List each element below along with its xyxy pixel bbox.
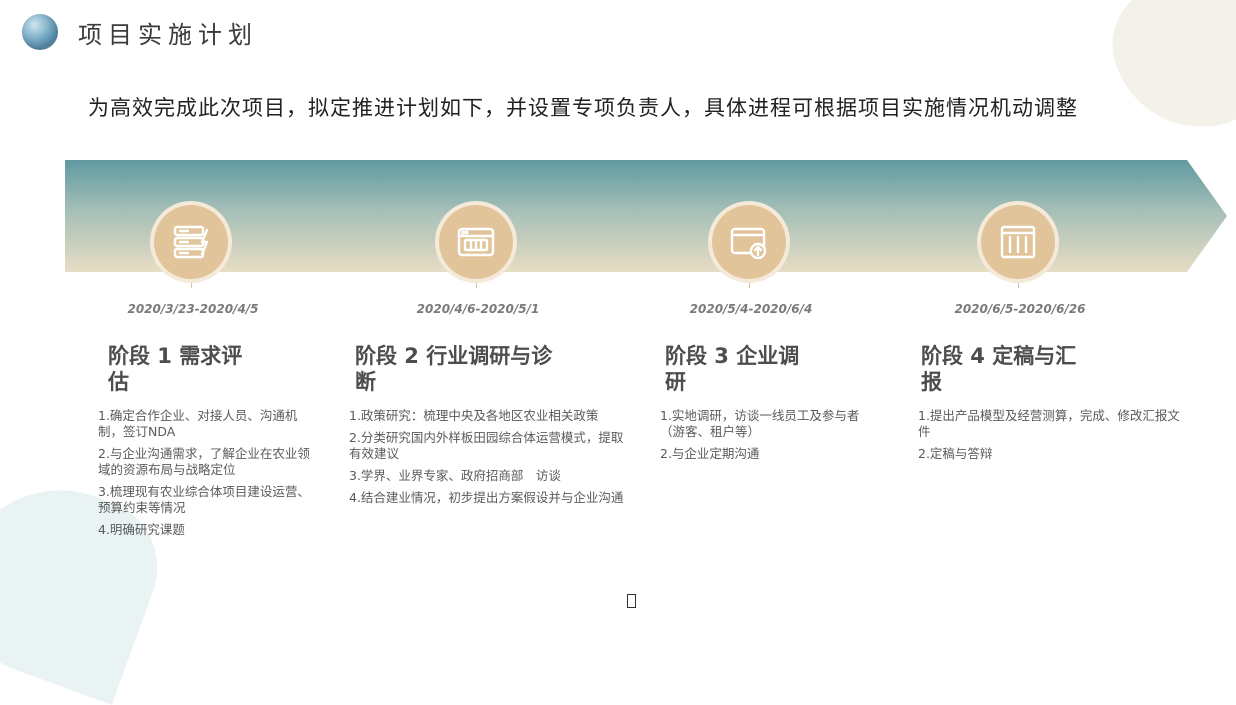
list-item: 1.政策研究：梳理中央及各地区农业相关政策 bbox=[349, 408, 599, 423]
subtitle: 为高效完成此次项目，拟定推进计划如下，并设置专项负责人，具体进程可根据项目实施情… bbox=[88, 96, 1078, 120]
list-item: 4.结合建业情况，初步提出方案假设并与企业沟通 bbox=[349, 490, 624, 505]
list-item: 4.明确研究课题 bbox=[98, 522, 185, 537]
phase-2-date: 2020/4/6-2020/5/1 bbox=[416, 302, 540, 316]
page-title: 项目实施计划 bbox=[78, 20, 258, 49]
phase-4-date: 2020/6/5-2020/6/26 bbox=[954, 302, 1086, 316]
list-item: 2.与企业沟通需求，了解企业在农业领域的资源布局与战略定位 bbox=[98, 446, 310, 477]
list-item: 3.梳理现有农业综合体项目建设运营、预算约束等情况 bbox=[98, 484, 310, 515]
browser-window-icon bbox=[457, 227, 495, 257]
phase-3-items: 1.实地调研，访谈一线员工及参与者（游客、租户等） 2.与企业定期沟通 bbox=[660, 408, 860, 468]
phase-3-title: 阶段 3 企业调 研 bbox=[665, 344, 800, 394]
header: 项目实施计划 bbox=[22, 12, 258, 52]
server-stack-icon bbox=[173, 225, 209, 259]
phase-1-icon-circle bbox=[154, 205, 228, 279]
phase-1-title: 阶段 1 需求评 估 bbox=[108, 344, 243, 394]
phase-2-title: 阶段 2 行业调研与诊 断 bbox=[355, 344, 553, 394]
columns-building-icon bbox=[1000, 225, 1036, 259]
list-item: 1.确定合作企业、对接人员、沟通机制，签订NDA bbox=[98, 408, 298, 439]
timeline-arrow-band bbox=[65, 160, 1227, 272]
phase-4-icon-circle bbox=[981, 205, 1055, 279]
phase-3-date: 2020/5/4-2020/6/4 bbox=[689, 302, 813, 316]
list-item: 2.分类研究国内外样板田园综合体运营模式，提取有效建议 bbox=[349, 430, 624, 461]
phase-2-icon-circle bbox=[439, 205, 513, 279]
upload-window-icon bbox=[730, 227, 767, 260]
phase-1-items: 1.确定合作企业、对接人员、沟通机制，签订NDA 2.与企业沟通需求，了解企业在… bbox=[98, 408, 313, 544]
phase-4-title: 阶段 4 定稿与汇 报 bbox=[921, 344, 1077, 394]
phase-4-items: 1.提出产品模型及经营测算，完成、修改汇报文件 2.定稿与答辩 bbox=[918, 408, 1180, 468]
text-cursor-box bbox=[627, 594, 636, 608]
list-item: 1.提出产品模型及经营测算，完成、修改汇报文件 bbox=[918, 408, 1180, 439]
list-item: 1.实地调研，访谈一线员工及参与者（游客、租户等） bbox=[660, 408, 860, 439]
list-item: 2.定稿与答辩 bbox=[918, 446, 993, 461]
list-item: 2.与企业定期沟通 bbox=[660, 446, 760, 461]
phase-2-items: 1.政策研究：梳理中央及各地区农业相关政策 2.分类研究国内外样板田园综合体运营… bbox=[349, 408, 627, 512]
phase-1-date: 2020/3/23-2020/4/5 bbox=[127, 302, 259, 316]
decorative-shape-top-right bbox=[1099, 0, 1236, 147]
list-item: 3.学界、业界专家、政府招商部 访谈 bbox=[349, 468, 561, 483]
phase-3-icon-circle bbox=[712, 205, 786, 279]
logo-icon bbox=[22, 14, 58, 50]
